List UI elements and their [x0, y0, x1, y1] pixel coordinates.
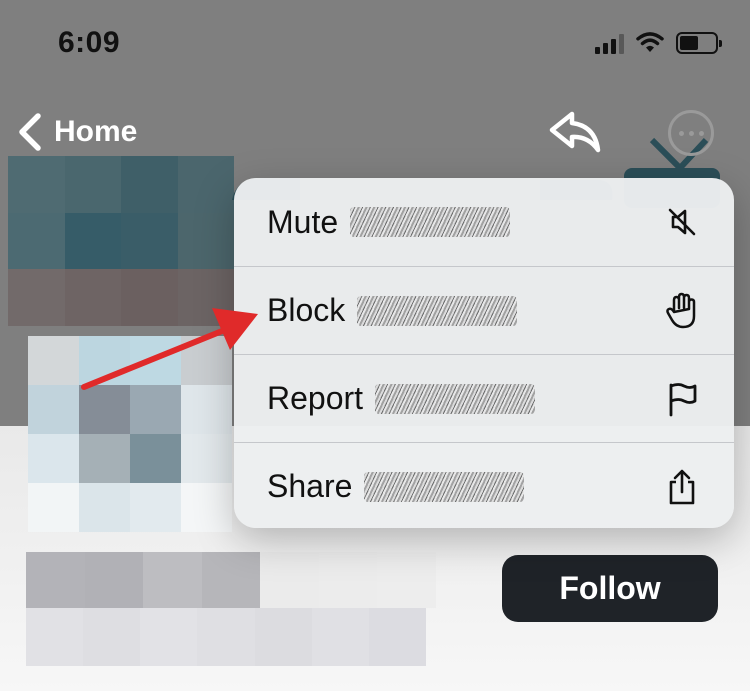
menu-item-share[interactable]: Share	[234, 442, 734, 528]
speaker-muted-icon	[664, 204, 700, 240]
flag-icon	[664, 381, 700, 417]
follow-button[interactable]: Follow	[502, 555, 718, 622]
menu-item-mute-label: Mute	[267, 203, 339, 240]
menu-item-report[interactable]: Report	[234, 354, 734, 442]
wifi-icon	[636, 32, 664, 52]
redacted-username	[364, 471, 525, 502]
back-button-label: Home	[54, 115, 138, 148]
cellular-signal-icon	[595, 32, 624, 54]
menu-item-mute[interactable]: Mute	[234, 178, 734, 266]
battery-icon	[676, 32, 722, 54]
reply-icon	[549, 111, 601, 153]
pixelated-avatar	[28, 336, 232, 532]
menu-item-block[interactable]: Block	[234, 266, 734, 354]
back-button[interactable]: Home	[16, 110, 137, 154]
status-bar-icons	[595, 32, 722, 54]
hand-icon	[664, 292, 700, 329]
pixelated-profile-name	[26, 552, 436, 608]
status-bar-time: 6:09	[58, 26, 121, 59]
redacted-username	[350, 207, 511, 237]
share-icon	[664, 469, 700, 505]
context-menu: Mute Block Report Share	[234, 178, 734, 528]
redacted-username	[375, 383, 536, 414]
chevron-left-icon	[19, 113, 41, 151]
reply-button[interactable]	[548, 110, 604, 161]
more-options-button[interactable]	[668, 110, 714, 156]
pixelated-profile-handle	[26, 608, 426, 666]
redacted-username	[357, 295, 518, 326]
more-icon	[678, 130, 684, 136]
menu-item-report-label: Report	[267, 380, 364, 416]
screen: 6:09 Home Follow Mute Block Report Share	[0, 0, 750, 691]
menu-item-block-label: Block	[267, 292, 346, 328]
menu-item-share-label: Share	[267, 468, 353, 504]
